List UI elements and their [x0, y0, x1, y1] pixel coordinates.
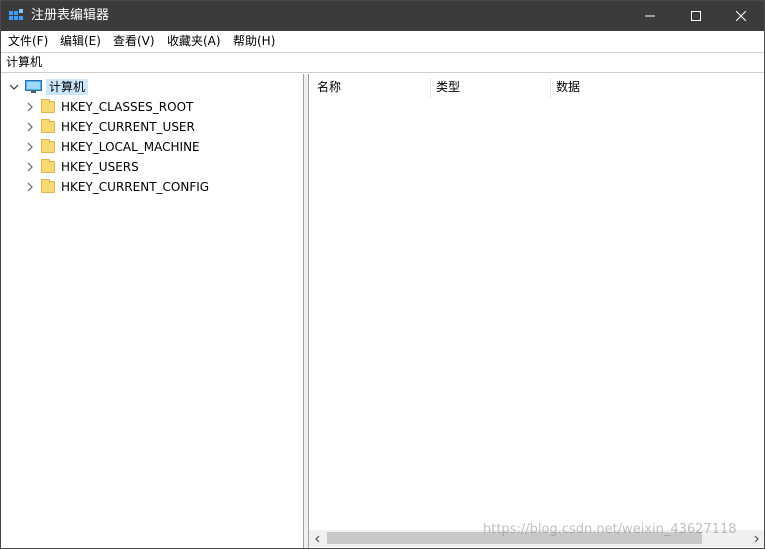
column-header-type[interactable]: 类型 [436, 79, 460, 95]
maximize-button[interactable] [673, 1, 719, 31]
chevron-right-icon[interactable] [25, 142, 35, 152]
column-header-data[interactable]: 数据 [556, 79, 580, 95]
minimize-icon [645, 15, 655, 17]
tree-item-hkey-current-user[interactable]: HKEY_CURRENT_USER [25, 118, 195, 136]
tree-item-label[interactable]: HKEY_LOCAL_MACHINE [61, 139, 200, 155]
chevron-right-icon[interactable] [25, 102, 35, 112]
computer-icon [25, 80, 42, 93]
watermark-text: https://blog.csdn.net/weixin_43627118 [483, 522, 737, 537]
menu-edit[interactable]: 编辑(E) [60, 34, 101, 49]
tree-item-hkey-current-config[interactable]: HKEY_CURRENT_CONFIG [25, 178, 209, 196]
title-bar[interactable]: 注册表编辑器 [1, 1, 764, 31]
menu-favorites[interactable]: 收藏夹(A) [167, 34, 221, 49]
column-header-name[interactable]: 名称 [317, 79, 341, 95]
registry-app-icon [9, 9, 23, 20]
folder-icon [41, 99, 55, 113]
folder-icon [41, 159, 55, 173]
chevron-right-icon[interactable] [25, 122, 35, 132]
column-divider[interactable] [430, 78, 431, 98]
folder-icon [41, 139, 55, 153]
tree-item-label[interactable]: HKEY_CLASSES_ROOT [61, 99, 193, 115]
tree-item-label[interactable]: HKEY_USERS [61, 159, 139, 175]
window-title: 注册表编辑器 [31, 8, 110, 23]
values-list-pane[interactable]: 名称 类型 数据 [309, 74, 764, 548]
tree-item-hkey-classes-root[interactable]: HKEY_CLASSES_ROOT [25, 98, 193, 116]
folder-icon [41, 179, 55, 193]
menu-file[interactable]: 文件(F) [8, 34, 48, 49]
tree-item-hkey-local-machine[interactable]: HKEY_LOCAL_MACHINE [25, 138, 200, 156]
chevron-down-icon[interactable] [9, 82, 19, 92]
chevron-left-icon [314, 535, 319, 542]
minimize-button[interactable] [627, 1, 673, 31]
folder-icon [41, 119, 55, 133]
chevron-right-icon[interactable] [25, 182, 35, 192]
tree-item-label[interactable]: HKEY_CURRENT_USER [61, 119, 195, 135]
tree-root-row[interactable]: 计算机 [9, 78, 89, 96]
menu-bar: 文件(F) 编辑(E) 查看(V) 收藏夹(A) 帮助(H) [1, 31, 764, 52]
maximize-icon [691, 11, 701, 21]
tree-pane[interactable]: 计算机 HKEY_CLASSES_ROOT HKEY_CURRENT_USER … [1, 74, 304, 548]
close-button[interactable] [718, 1, 764, 31]
chevron-right-icon[interactable] [25, 162, 35, 172]
menu-help[interactable]: 帮助(H) [233, 34, 275, 49]
menu-view[interactable]: 查看(V) [113, 34, 155, 49]
close-icon [736, 11, 746, 21]
address-bar[interactable]: 计算机 [1, 52, 764, 73]
address-path[interactable]: 计算机 [6, 55, 42, 70]
column-divider[interactable] [550, 78, 551, 98]
registry-editor-window: 注册表编辑器 文件(F) 编辑(E) 查看(V) 收藏夹(A) 帮助(H) 计算… [0, 0, 765, 549]
chevron-right-icon [754, 535, 759, 542]
tree-root-label[interactable]: 计算机 [46, 79, 89, 95]
tree-item-hkey-users[interactable]: HKEY_USERS [25, 158, 139, 176]
scroll-right-button[interactable] [747, 530, 764, 547]
tree-item-label[interactable]: HKEY_CURRENT_CONFIG [61, 179, 209, 195]
scroll-left-button[interactable] [309, 530, 326, 547]
